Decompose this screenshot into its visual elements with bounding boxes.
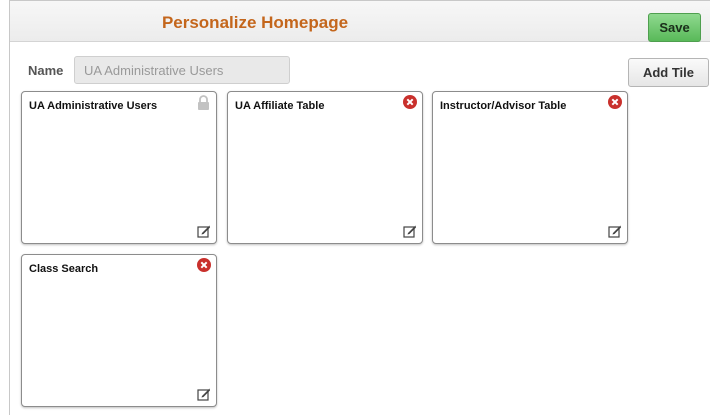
name-field[interactable]: UA Administrative Users [74, 56, 290, 84]
remove-icon[interactable] [608, 95, 622, 109]
personalize-homepage-dialog: Personalize Homepage Save Name UA Admini… [9, 0, 710, 415]
lock-icon [198, 95, 209, 110]
tile-class-search[interactable]: Class Search [21, 254, 217, 407]
tile-title: Class Search [29, 263, 99, 275]
page-title: Personalize Homepage [161, 13, 349, 32]
edit-icon[interactable] [608, 224, 622, 238]
tile-title: Instructor/Advisor Table [440, 100, 567, 112]
tile-title: UA Affiliate Table [235, 100, 325, 112]
remove-icon[interactable] [403, 95, 417, 109]
save-button[interactable]: Save [648, 13, 701, 42]
dialog-header: Personalize Homepage Save [10, 1, 710, 42]
tile-title: UA Administrative Users [29, 100, 158, 112]
tile-instructor-advisor-table[interactable]: Instructor/Advisor Table [432, 91, 628, 244]
edit-icon[interactable] [403, 224, 417, 238]
tile-ua-administrative-users[interactable]: UA Administrative Users [21, 91, 217, 244]
add-tile-button[interactable]: Add Tile [628, 58, 709, 87]
tile-ua-affiliate-table[interactable]: UA Affiliate Table [227, 91, 423, 244]
edit-icon[interactable] [197, 224, 211, 238]
edit-icon[interactable] [197, 387, 211, 401]
name-label: Name [28, 63, 64, 78]
remove-icon[interactable] [197, 258, 211, 272]
